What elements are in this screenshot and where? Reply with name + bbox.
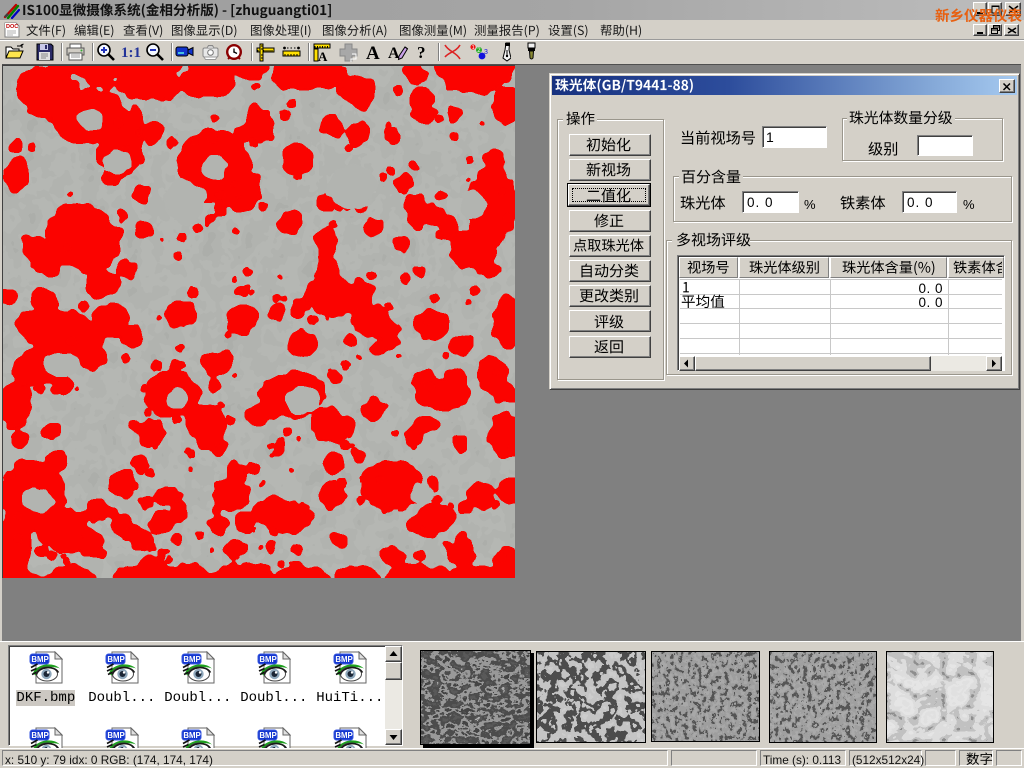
svg-text:?: ? [417, 43, 426, 62]
svg-text:1:1: 1:1 [121, 45, 141, 61]
svg-text:DOC: DOC [6, 24, 18, 30]
svg-text:1: 1 [472, 45, 475, 51]
svg-text:A: A [366, 43, 380, 62]
svg-text:A: A [318, 49, 328, 62]
svg-text:3: 3 [484, 49, 488, 56]
